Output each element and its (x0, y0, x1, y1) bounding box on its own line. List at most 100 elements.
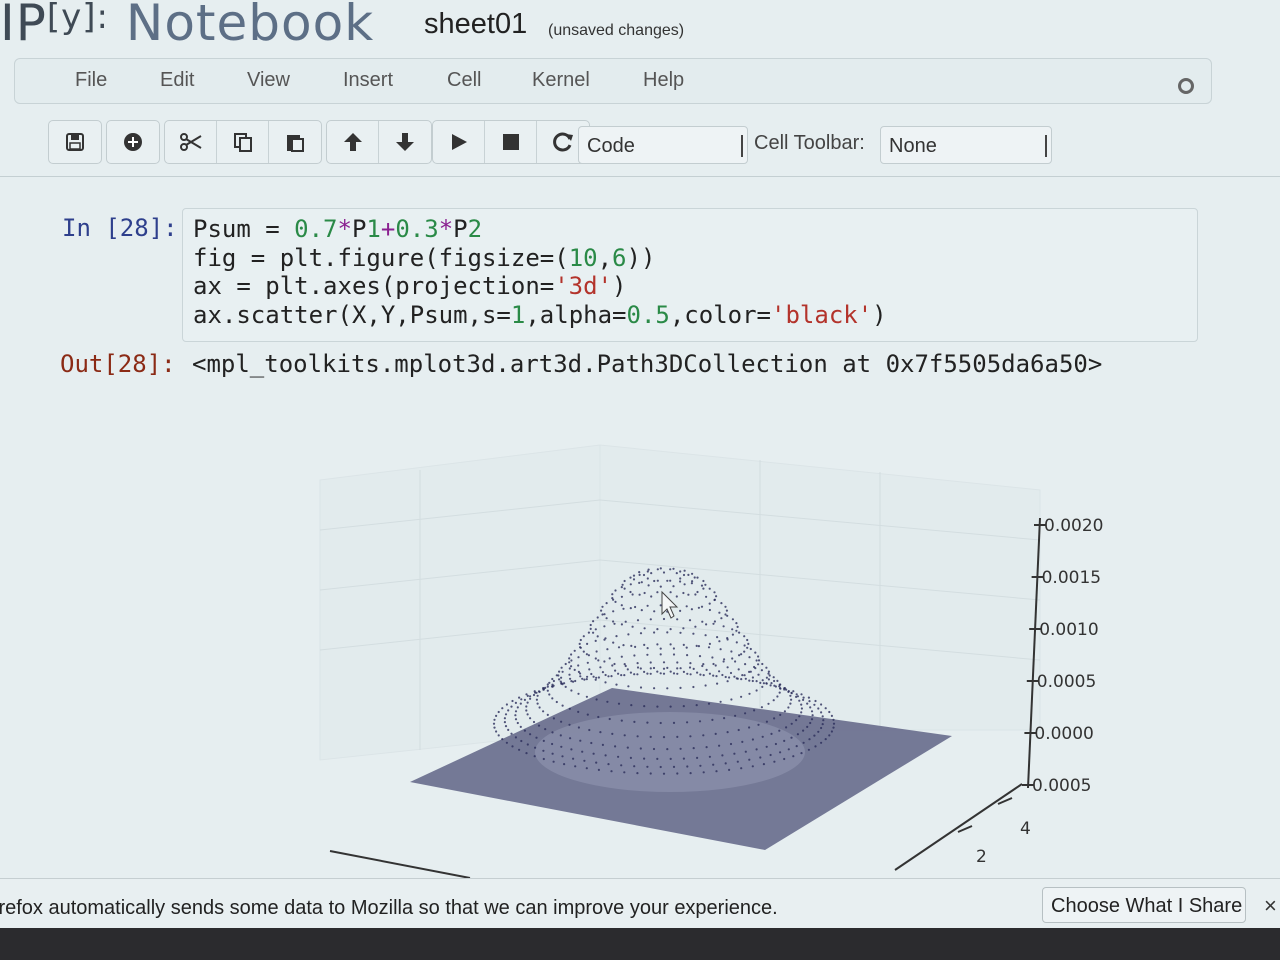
menu-help[interactable]: Help (643, 69, 684, 92)
scatter-point (809, 721, 812, 725)
scatter-point (643, 757, 646, 760)
scatter-point (510, 705, 513, 708)
scatter-point (612, 641, 615, 644)
scatter-point (713, 620, 717, 623)
scatter-point (633, 765, 636, 768)
scatter-point (691, 572, 694, 575)
menu-cell[interactable]: Cell (447, 69, 481, 92)
cell-toolbar-value: None (889, 135, 937, 157)
scatter-point (748, 670, 751, 673)
scatter-point (612, 598, 615, 601)
cell-toolbar-select[interactable]: None (880, 126, 1052, 164)
scatter-point (790, 736, 793, 739)
move-down-button[interactable] (379, 121, 431, 163)
scatter-point (821, 715, 824, 718)
scatter-point (755, 748, 758, 751)
scatter-point (720, 602, 723, 605)
scatter-point (504, 713, 508, 716)
toolbar-divider (0, 176, 1280, 177)
scatter-point (753, 709, 756, 712)
scatter-point (643, 670, 646, 673)
scatter-point (718, 640, 721, 643)
scatter-point (579, 638, 582, 642)
insert-cell-button[interactable] (107, 121, 159, 163)
scatter-point (696, 576, 699, 579)
scatter-point (601, 605, 604, 608)
choose-what-i-share-button[interactable]: Choose What I Share (1042, 887, 1246, 923)
scatter-point (601, 613, 604, 616)
scatter-point (792, 755, 795, 758)
menu-view[interactable]: View (247, 69, 290, 92)
menu-edit[interactable]: Edit (160, 69, 194, 92)
scatter-point (824, 738, 827, 741)
scatter-point (577, 710, 580, 713)
scatter-point (774, 742, 778, 746)
scatter-point (807, 748, 811, 751)
scatter-point (772, 676, 775, 679)
scatter-point (707, 646, 711, 649)
scatter-point (558, 670, 561, 673)
scatter-point (820, 741, 823, 744)
scatter-point (516, 706, 519, 709)
scatter-point (558, 678, 561, 681)
scatter-point (601, 743, 605, 746)
scatter-point (672, 567, 675, 570)
scatter-point (546, 683, 549, 686)
run-cell-button[interactable] (433, 121, 485, 163)
menu-kernel[interactable]: Kernel (532, 69, 590, 92)
menu-insert[interactable]: Insert (343, 69, 393, 92)
scatter-point (672, 721, 676, 724)
x-axis-line (329, 850, 471, 878)
scatter-point (612, 610, 615, 613)
scatter-point (552, 760, 555, 763)
scatter-point (568, 667, 571, 670)
scatter-point (536, 694, 539, 697)
scatter-point (687, 593, 690, 596)
scatter-point (783, 757, 786, 761)
scatter-point (697, 606, 701, 609)
scatter-point (760, 706, 764, 709)
scatter-point (795, 745, 798, 748)
scatter-point (695, 704, 698, 707)
scatter-point (535, 698, 539, 701)
scatter-point (614, 600, 617, 603)
scatter-point (579, 739, 582, 742)
scatter-point (535, 736, 538, 739)
scatter-point (726, 666, 729, 669)
close-icon[interactable]: × (1264, 893, 1277, 919)
save-button[interactable] (49, 121, 101, 163)
scatter-point (526, 701, 529, 704)
ipython-logo[interactable]: IP[y]: Notebook (0, 0, 374, 52)
menu-file[interactable]: File (75, 69, 107, 92)
scatter-point (675, 595, 678, 598)
scatter-point (736, 625, 739, 628)
cell-type-select[interactable]: Code (578, 126, 748, 164)
scatter-point (800, 711, 803, 714)
scatter-point (735, 629, 738, 632)
scatter-point (634, 605, 637, 609)
scatter-point (773, 760, 776, 763)
scatter-point (776, 679, 779, 682)
scatter-point (778, 729, 781, 732)
move-up-button[interactable] (327, 121, 379, 163)
scatter-point (672, 765, 676, 768)
scatter-point (623, 663, 626, 666)
scatter-point (832, 726, 835, 729)
code-input-area[interactable]: Psum = 0.7*P1+0.3*P2 fig = plt.figure(fi… (182, 208, 1198, 342)
copy-button[interactable] (217, 121, 269, 163)
scatter-point (646, 672, 649, 675)
scatter-point (585, 695, 589, 698)
notebook-name[interactable]: sheet01 (424, 8, 527, 41)
scatter-point (662, 672, 666, 675)
scatter-point (514, 710, 518, 713)
scatter-point (525, 705, 528, 708)
scatter-point (538, 706, 541, 709)
scatter-point (740, 695, 743, 698)
scatter-point (743, 644, 746, 647)
paste-button[interactable] (269, 121, 321, 163)
cut-button[interactable] (165, 121, 217, 163)
scatter-point (802, 729, 805, 732)
scatter-point (497, 710, 500, 714)
interrupt-button[interactable] (485, 121, 537, 163)
scatter-point (802, 696, 805, 699)
